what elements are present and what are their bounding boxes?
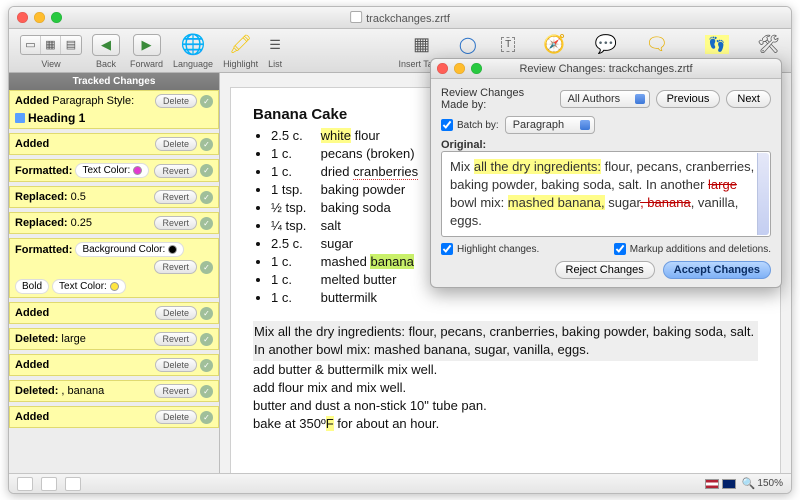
- reject-changes-button[interactable]: Reject Changes: [555, 261, 655, 279]
- zoom-icon[interactable]: [51, 12, 62, 23]
- approve-icon[interactable]: ✓: [200, 307, 213, 320]
- approve-icon[interactable]: ✓: [200, 95, 213, 108]
- approve-icon[interactable]: ✓: [200, 191, 213, 204]
- status-bar: 🔍150%: [9, 473, 791, 493]
- dialog-close-icon[interactable]: [437, 63, 448, 74]
- instruction-line: butter and dust a non-stick 10" tube pan…: [253, 397, 758, 415]
- approve-icon[interactable]: ✓: [200, 411, 213, 424]
- instruction-line: add flour mix and mix well.: [253, 379, 758, 397]
- tracked-change-item[interactable]: AddedDelete✓: [9, 406, 219, 428]
- list-button[interactable]: ☰ List: [268, 33, 282, 69]
- minimize-icon[interactable]: [34, 12, 45, 23]
- delete-button[interactable]: Delete: [155, 137, 197, 151]
- highlight-button[interactable]: 🖍 Highlight: [223, 33, 258, 69]
- approve-icon[interactable]: ✓: [200, 164, 213, 177]
- batch-by-checkbox[interactable]: Batch by:: [441, 119, 499, 131]
- flag-us-icon: [705, 479, 719, 489]
- accept-changes-button[interactable]: Accept Changes: [663, 261, 771, 279]
- zoom-indicator[interactable]: 🔍150%: [742, 477, 783, 490]
- tracked-change-item[interactable]: Added Paragraph Style:Delete✓Heading 1: [9, 90, 219, 129]
- delete-button[interactable]: Delete: [155, 358, 197, 372]
- back-button[interactable]: ◀ Back: [92, 33, 120, 69]
- tracked-change-item[interactable]: Deleted: largeRevert✓: [9, 328, 219, 350]
- tracked-change-item[interactable]: Replaced: 0.25Revert✓: [9, 212, 219, 234]
- tracked-change-item[interactable]: Formatted: Background Color: Revert✓Bold…: [9, 238, 219, 298]
- instruction-line: add butter & buttermilk mix well.: [253, 361, 758, 379]
- original-text-box[interactable]: Mix all the dry ingredients: flour, peca…: [441, 151, 771, 237]
- remove-icon[interactable]: [41, 477, 57, 491]
- revert-button[interactable]: Revert: [154, 384, 197, 398]
- made-by-select[interactable]: All Authors: [560, 90, 650, 108]
- delete-button[interactable]: Delete: [155, 410, 197, 424]
- main-titlebar: trackchanges.zrtf: [9, 7, 791, 29]
- previous-button[interactable]: Previous: [656, 90, 721, 108]
- sidebar-header: Tracked Changes: [9, 73, 219, 90]
- approve-icon[interactable]: ✓: [200, 333, 213, 346]
- tracked-change-item[interactable]: AddedDelete✓: [9, 354, 219, 376]
- delete-button[interactable]: Delete: [155, 94, 197, 108]
- revert-button[interactable]: Revert: [154, 164, 197, 178]
- delete-button[interactable]: Delete: [155, 306, 197, 320]
- ingredient-row: 1 c. buttermilk: [271, 289, 758, 307]
- add-icon[interactable]: [17, 477, 33, 491]
- view-segment[interactable]: ▭▦▤ View: [20, 33, 82, 69]
- markup-checkbox[interactable]: Markup additions and deletions.: [614, 243, 771, 255]
- window-title: trackchanges.zrtf: [350, 11, 450, 25]
- instruction-line: bake at 350ºF for about an hour.: [253, 415, 758, 433]
- revert-button[interactable]: Revert: [154, 216, 197, 230]
- next-button[interactable]: Next: [726, 90, 771, 108]
- tracked-change-item[interactable]: AddedDelete✓: [9, 302, 219, 324]
- tracked-change-item[interactable]: Formatted: Text Color: Revert✓: [9, 159, 219, 182]
- instruction-line: Mix all the dry ingredients: flour, peca…: [253, 321, 758, 361]
- tracked-change-item[interactable]: Deleted: , bananaRevert✓: [9, 380, 219, 402]
- dialog-minimize-icon[interactable]: [454, 63, 465, 74]
- revert-button[interactable]: Revert: [154, 332, 197, 346]
- scrollbar[interactable]: [757, 153, 769, 235]
- dialog-zoom-icon[interactable]: [471, 63, 482, 74]
- batch-by-select[interactable]: Paragraph: [505, 116, 595, 134]
- flag-uk-icon: [722, 479, 736, 489]
- forward-button[interactable]: ▶ Forward: [130, 33, 163, 69]
- approve-icon[interactable]: ✓: [200, 138, 213, 151]
- tracked-change-item[interactable]: Replaced: 0.5Revert✓: [9, 186, 219, 208]
- approve-icon[interactable]: ✓: [200, 217, 213, 230]
- review-changes-dialog: Review Changes: trackchanges.zrtf Review…: [430, 58, 782, 288]
- language-button[interactable]: 🌐 Language: [173, 33, 213, 69]
- tracked-changes-sidebar: Tracked Changes Added Paragraph Style:De…: [9, 73, 220, 473]
- tracked-change-item[interactable]: AddedDelete✓: [9, 133, 219, 155]
- revert-button[interactable]: Revert: [154, 260, 197, 274]
- approve-icon[interactable]: ✓: [200, 359, 213, 372]
- approve-icon[interactable]: ✓: [200, 261, 213, 274]
- revert-button[interactable]: Revert: [154, 190, 197, 204]
- approve-icon[interactable]: ✓: [200, 385, 213, 398]
- original-label: Original:: [441, 139, 771, 151]
- made-by-label: Review Changes Made by:: [441, 87, 554, 111]
- close-icon[interactable]: [17, 12, 28, 23]
- gear-icon[interactable]: [65, 477, 81, 491]
- dialog-title: Review Changes: trackchanges.zrtf: [519, 63, 692, 75]
- highlight-changes-checkbox[interactable]: Highlight changes.: [441, 243, 539, 255]
